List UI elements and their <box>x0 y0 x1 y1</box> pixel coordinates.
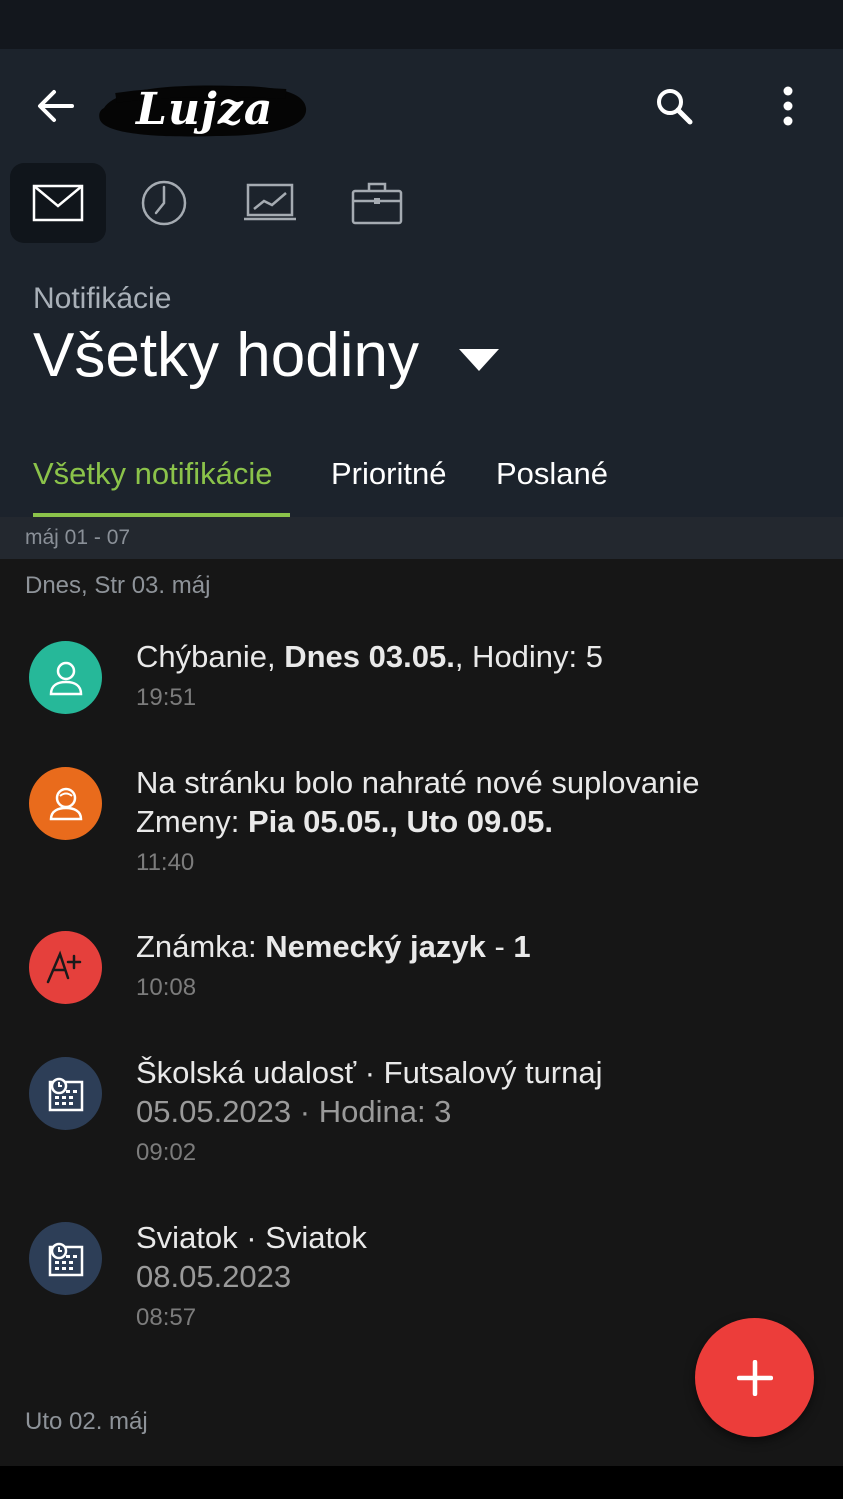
notification-tabs: Všetky notifikácie Prioritné Poslané <box>0 450 843 517</box>
absence-avatar <box>29 641 102 714</box>
caret-down-icon <box>459 348 499 371</box>
search-button[interactable] <box>648 80 700 132</box>
notification-subtext: 08.05.2023 <box>136 1259 292 1294</box>
status-bar <box>0 0 843 49</box>
holiday-avatar <box>29 1222 102 1295</box>
day-header: Dnes, Str 03. máj <box>25 572 211 599</box>
nav-grades[interactable] <box>222 163 318 243</box>
tab-priority[interactable]: Prioritné <box>331 456 446 492</box>
section-label: Notifikácie <box>33 282 172 315</box>
plus-icon <box>736 1359 773 1396</box>
nav-timetable[interactable] <box>116 163 212 243</box>
notification-text: Na stránku bolo nahraté nové suplovanie <box>136 765 700 800</box>
clock-icon <box>141 180 187 226</box>
notification-time: 09:02 <box>136 1139 197 1166</box>
navigation-bar <box>0 1466 843 1499</box>
substitution-avatar <box>29 767 102 840</box>
notification-text: Známka: Nemecký jazyk - 1 <box>136 929 531 964</box>
logo-text: Lujza <box>136 84 274 135</box>
chart-icon <box>244 183 296 221</box>
notification-text: Chýbanie, Dnes 03.05., Hodiny: 5 <box>136 639 604 674</box>
week-range: máj 01 - 07 <box>25 526 131 549</box>
nav-notifications[interactable] <box>10 163 106 243</box>
week-range-bar: máj 01 - 07 <box>0 517 843 559</box>
substitute-icon <box>49 787 82 820</box>
more-options-button[interactable] <box>762 80 814 132</box>
notification-subtext: Zmeny: Pia 05.05., Uto 09.05. <box>136 804 553 839</box>
notification-time: 19:51 <box>136 684 197 711</box>
mail-icon <box>32 184 84 222</box>
nav-school[interactable] <box>329 163 425 243</box>
page-title: Všetky hodiny <box>33 321 419 390</box>
add-button[interactable] <box>695 1318 814 1437</box>
tab-sent[interactable]: Poslané <box>496 456 608 492</box>
notification-time: 10:08 <box>136 974 197 1001</box>
class-selector[interactable]: Všetky hodiny <box>33 320 499 391</box>
notification-time: 11:40 <box>136 849 195 876</box>
more-vertical-icon <box>783 86 793 126</box>
notification-text: Školská udalosť · Futsalový turnaj <box>136 1055 603 1090</box>
search-icon <box>657 89 693 125</box>
grade-icon <box>46 949 81 983</box>
briefcase-icon <box>351 182 403 225</box>
grade-avatar <box>29 931 102 1004</box>
calendar-icon <box>48 1242 83 1276</box>
arrow-left-icon <box>38 90 74 122</box>
event-avatar <box>29 1057 102 1130</box>
person-icon <box>49 661 82 695</box>
back-button[interactable] <box>30 80 82 132</box>
notification-text: Sviatok · Sviatok <box>136 1220 367 1255</box>
notification-time: 08:57 <box>136 1304 197 1331</box>
tab-all-notifications[interactable]: Všetky notifikácie <box>33 456 273 492</box>
notification-subtext: 05.05.2023 · Hodina: 3 <box>136 1094 452 1129</box>
day-header: Uto 02. máj <box>25 1408 148 1435</box>
school-logo: Lujza <box>96 78 310 144</box>
calendar-icon <box>48 1077 83 1111</box>
